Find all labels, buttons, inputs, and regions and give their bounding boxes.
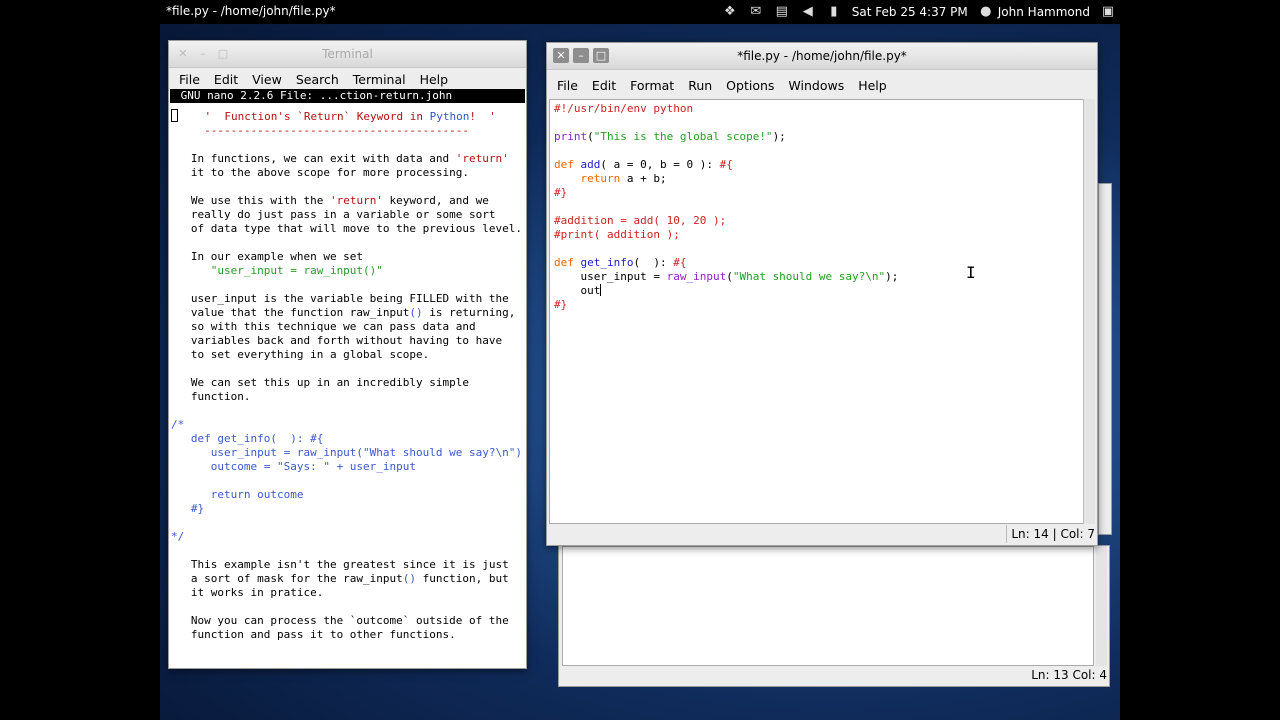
terminal-menubar: File Edit View Search Terminal Help [169, 68, 526, 90]
editor-menubar: File Edit Format Run Options Windows Hel… [547, 74, 1097, 96]
system-tray: ❖ ✉ ▤ ◀ ▮ Sat Feb 25 4:37 PM ● John Hamm… [722, 0, 1116, 24]
editor-status: Ln: 14 | Col: 7 [1006, 525, 1095, 543]
terminal-menu-help[interactable]: Help [414, 72, 455, 87]
editor-menu-windows[interactable]: Windows [782, 78, 850, 93]
status-col: Col: 7 [1060, 527, 1095, 541]
status-line: Ln: 14 [1011, 527, 1049, 541]
terminal-titlebar[interactable]: ✕ – □ Terminal [169, 41, 526, 68]
terminal-content[interactable]: GNU nano 2.2.6 File: ...ction-return.joh… [169, 89, 526, 668]
editor-titlebar[interactable]: ✕ – □ *file.py - /home/john/file.py* [547, 43, 1097, 70]
mail-icon[interactable]: ✉ [748, 4, 764, 20]
text-caret [600, 284, 602, 296]
status-line: Ln: 13 [1031, 668, 1069, 682]
editor-scrollbar[interactable] [1083, 99, 1095, 524]
active-window-title[interactable]: *file.py - /home/john/file.py* [166, 4, 336, 18]
nano-text[interactable]: ' Function's `Return` Keyword in Python!… [169, 103, 526, 642]
user-name: John Hammond [997, 5, 1090, 19]
background-editor-scrollbar[interactable] [1096, 546, 1107, 666]
terminal-menu-view[interactable]: View [246, 72, 288, 87]
editor-menu-format[interactable]: Format [624, 78, 680, 93]
desktop: *file.py - /home/john/file.py* ❖ ✉ ▤ ◀ ▮… [160, 0, 1120, 720]
terminal-menu-edit[interactable]: Edit [208, 72, 244, 87]
background-editor-text[interactable] [562, 546, 1094, 666]
code-text[interactable]: #!/usr/bin/env python print("This is the… [550, 100, 1084, 312]
editor-menu-help[interactable]: Help [852, 78, 893, 93]
display-icon[interactable]: ▣ [1100, 4, 1116, 20]
editor-menu-options[interactable]: Options [720, 78, 780, 93]
editor-window: ✕ – □ *file.py - /home/john/file.py* Fil… [546, 42, 1098, 546]
background-editor-window: Ln: 13 Col: 4 [558, 545, 1110, 687]
editor-menu-run[interactable]: Run [682, 78, 718, 93]
nano-header: GNU nano 2.2.6 File: ...ction-return.joh… [170, 89, 525, 103]
volume-icon[interactable]: ◀ [800, 4, 816, 20]
terminal-title: Terminal [322, 47, 373, 61]
user-icon: ● [980, 4, 992, 19]
terminal-menu-terminal[interactable]: Terminal [347, 72, 412, 87]
terminal-window: ✕ – □ Terminal File Edit View Search Ter… [168, 40, 527, 669]
code-editor[interactable]: #!/usr/bin/env python print("This is the… [549, 99, 1085, 524]
clock[interactable]: Sat Feb 25 4:37 PM [852, 5, 968, 19]
terminal-cursor [171, 109, 178, 122]
network-icon[interactable]: ▮ [826, 4, 842, 20]
background-editor-status: Ln: 13 Col: 4 [1031, 666, 1107, 684]
dropbox-icon[interactable]: ❖ [722, 4, 738, 20]
terminal-menu-file[interactable]: File [173, 72, 206, 87]
terminal-menu-search[interactable]: Search [290, 72, 345, 87]
clipboard-icon[interactable]: ▤ [774, 4, 790, 20]
background-window-edge [1098, 183, 1112, 535]
editor-menu-edit[interactable]: Edit [586, 78, 622, 93]
mouse-ibeam-icon: I [966, 263, 976, 282]
top-panel: *file.py - /home/john/file.py* ❖ ✉ ▤ ◀ ▮… [160, 0, 1120, 24]
editor-title: *file.py - /home/john/file.py* [737, 49, 907, 63]
user-menu[interactable]: ● John Hammond [978, 4, 1090, 20]
editor-menu-file[interactable]: File [551, 78, 584, 93]
status-col: Col: 4 [1072, 668, 1107, 682]
